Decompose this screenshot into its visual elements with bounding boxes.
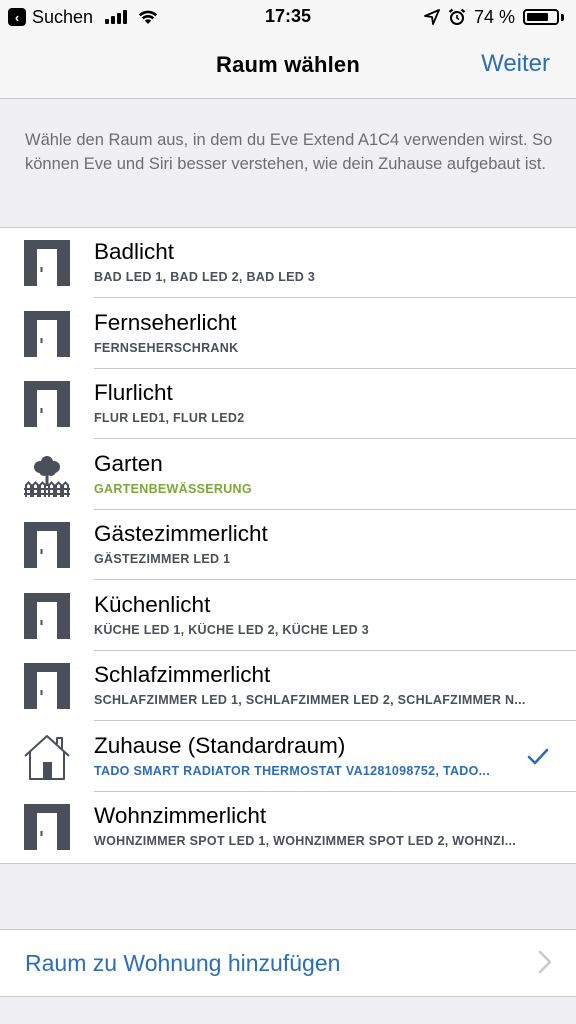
chevron-right-icon (538, 950, 552, 974)
door-icon (24, 663, 70, 709)
battery-icon (523, 9, 559, 25)
room-title: Flurlicht (94, 380, 173, 405)
house-icon (24, 734, 70, 780)
room-accessories: GÄSTEZIMMER LED 1 (94, 552, 231, 566)
checkmark-icon (524, 742, 552, 770)
door-icon (24, 804, 70, 850)
room-accessories: GARTENBEWÄSSERUNG (94, 481, 252, 496)
status-bar: ‹ Suchen 17:35 74 % (0, 0, 576, 34)
room-title: Schlafzimmerlicht (94, 662, 271, 687)
room-accessories: BAD LED 1, BAD LED 2, BAD LED 3 (94, 270, 316, 284)
room-list: Badlicht BAD LED 1, BAD LED 2, BAD LED 3 F… (0, 227, 576, 864)
room-title: Garten (94, 450, 163, 476)
battery-percent: 74 % (473, 6, 515, 27)
add-room-label: Raum zu Wohnung hinzufügen (25, 950, 341, 976)
room-title: Wohnzimmerlicht (94, 803, 267, 828)
door-icon (24, 310, 70, 357)
room-title: Fernseherlicht (94, 309, 237, 335)
room-title: Küchenlicht (94, 591, 211, 617)
room-title: Gästezimmerlicht (94, 521, 268, 546)
room-title: Badlicht (94, 239, 175, 264)
door-icon (24, 381, 70, 427)
room-row[interactable]: Fernseherlicht FERNSEHERSCHRANK (0, 299, 576, 369)
add-room-button[interactable]: Raum zu Wohnung hinzufügen (0, 929, 576, 997)
status-bar-right: 74 % (424, 6, 564, 28)
room-selection-description: Wähle den Raum aus, in dem du Eve Extend… (25, 131, 553, 173)
location-arrow-icon (424, 9, 440, 25)
room-row[interactable]: Wohnzimmerlicht WOHNZIMMER SPOT LED 1, WO… (0, 792, 576, 862)
room-accessories: FERNSEHERSCHRANK (94, 340, 239, 355)
room-row[interactable]: Gästezimmerlicht GÄSTEZIMMER LED 1 (0, 510, 576, 580)
room-accessories: TADO SMART RADIATOR THERMOSTAT VA1281098… (94, 763, 490, 778)
garden-icon (24, 452, 70, 498)
room-accessories: SCHLAFZIMMER LED 1, SCHLAFZIMMER LED 2, … (94, 693, 526, 707)
room-accessories: FLUR LED1, FLUR LED2 (94, 411, 245, 425)
room-row[interactable]: Schlafzimmerlicht SCHLAFZIMMER LED 1, SCH… (0, 651, 576, 721)
room-row[interactable]: Badlicht BAD LED 1, BAD LED 2, BAD LED 3 (0, 228, 576, 298)
door-icon (24, 240, 70, 286)
navigation-bar: Raum wählen Weiter (0, 34, 576, 99)
room-accessories: WOHNZIMMER SPOT LED 1, WOHNZIMMER SPOT L… (94, 834, 517, 848)
room-row[interactable]: Flurlicht FLUR LED1, FLUR LED2 (0, 369, 576, 439)
room-title: Zuhause (Standardraum) (94, 732, 346, 758)
door-icon (24, 522, 70, 568)
room-row[interactable]: Garten GARTENBEWÄSSERUNG (0, 440, 576, 510)
alarm-icon (448, 8, 466, 25)
room-accessories: KÜCHE LED 1, KÜCHE LED 2, KÜCHE LED 3 (94, 622, 370, 637)
room-row[interactable]: Küchenlicht KÜCHE LED 1, KÜCHE LED 2, KÜC… (0, 581, 576, 651)
room-row[interactable]: Zuhause (Standardraum) TADO SMART RADIATO… (0, 722, 576, 792)
battery-nub (561, 13, 564, 21)
next-button[interactable]: Weiter (481, 50, 550, 78)
door-icon (24, 592, 70, 639)
